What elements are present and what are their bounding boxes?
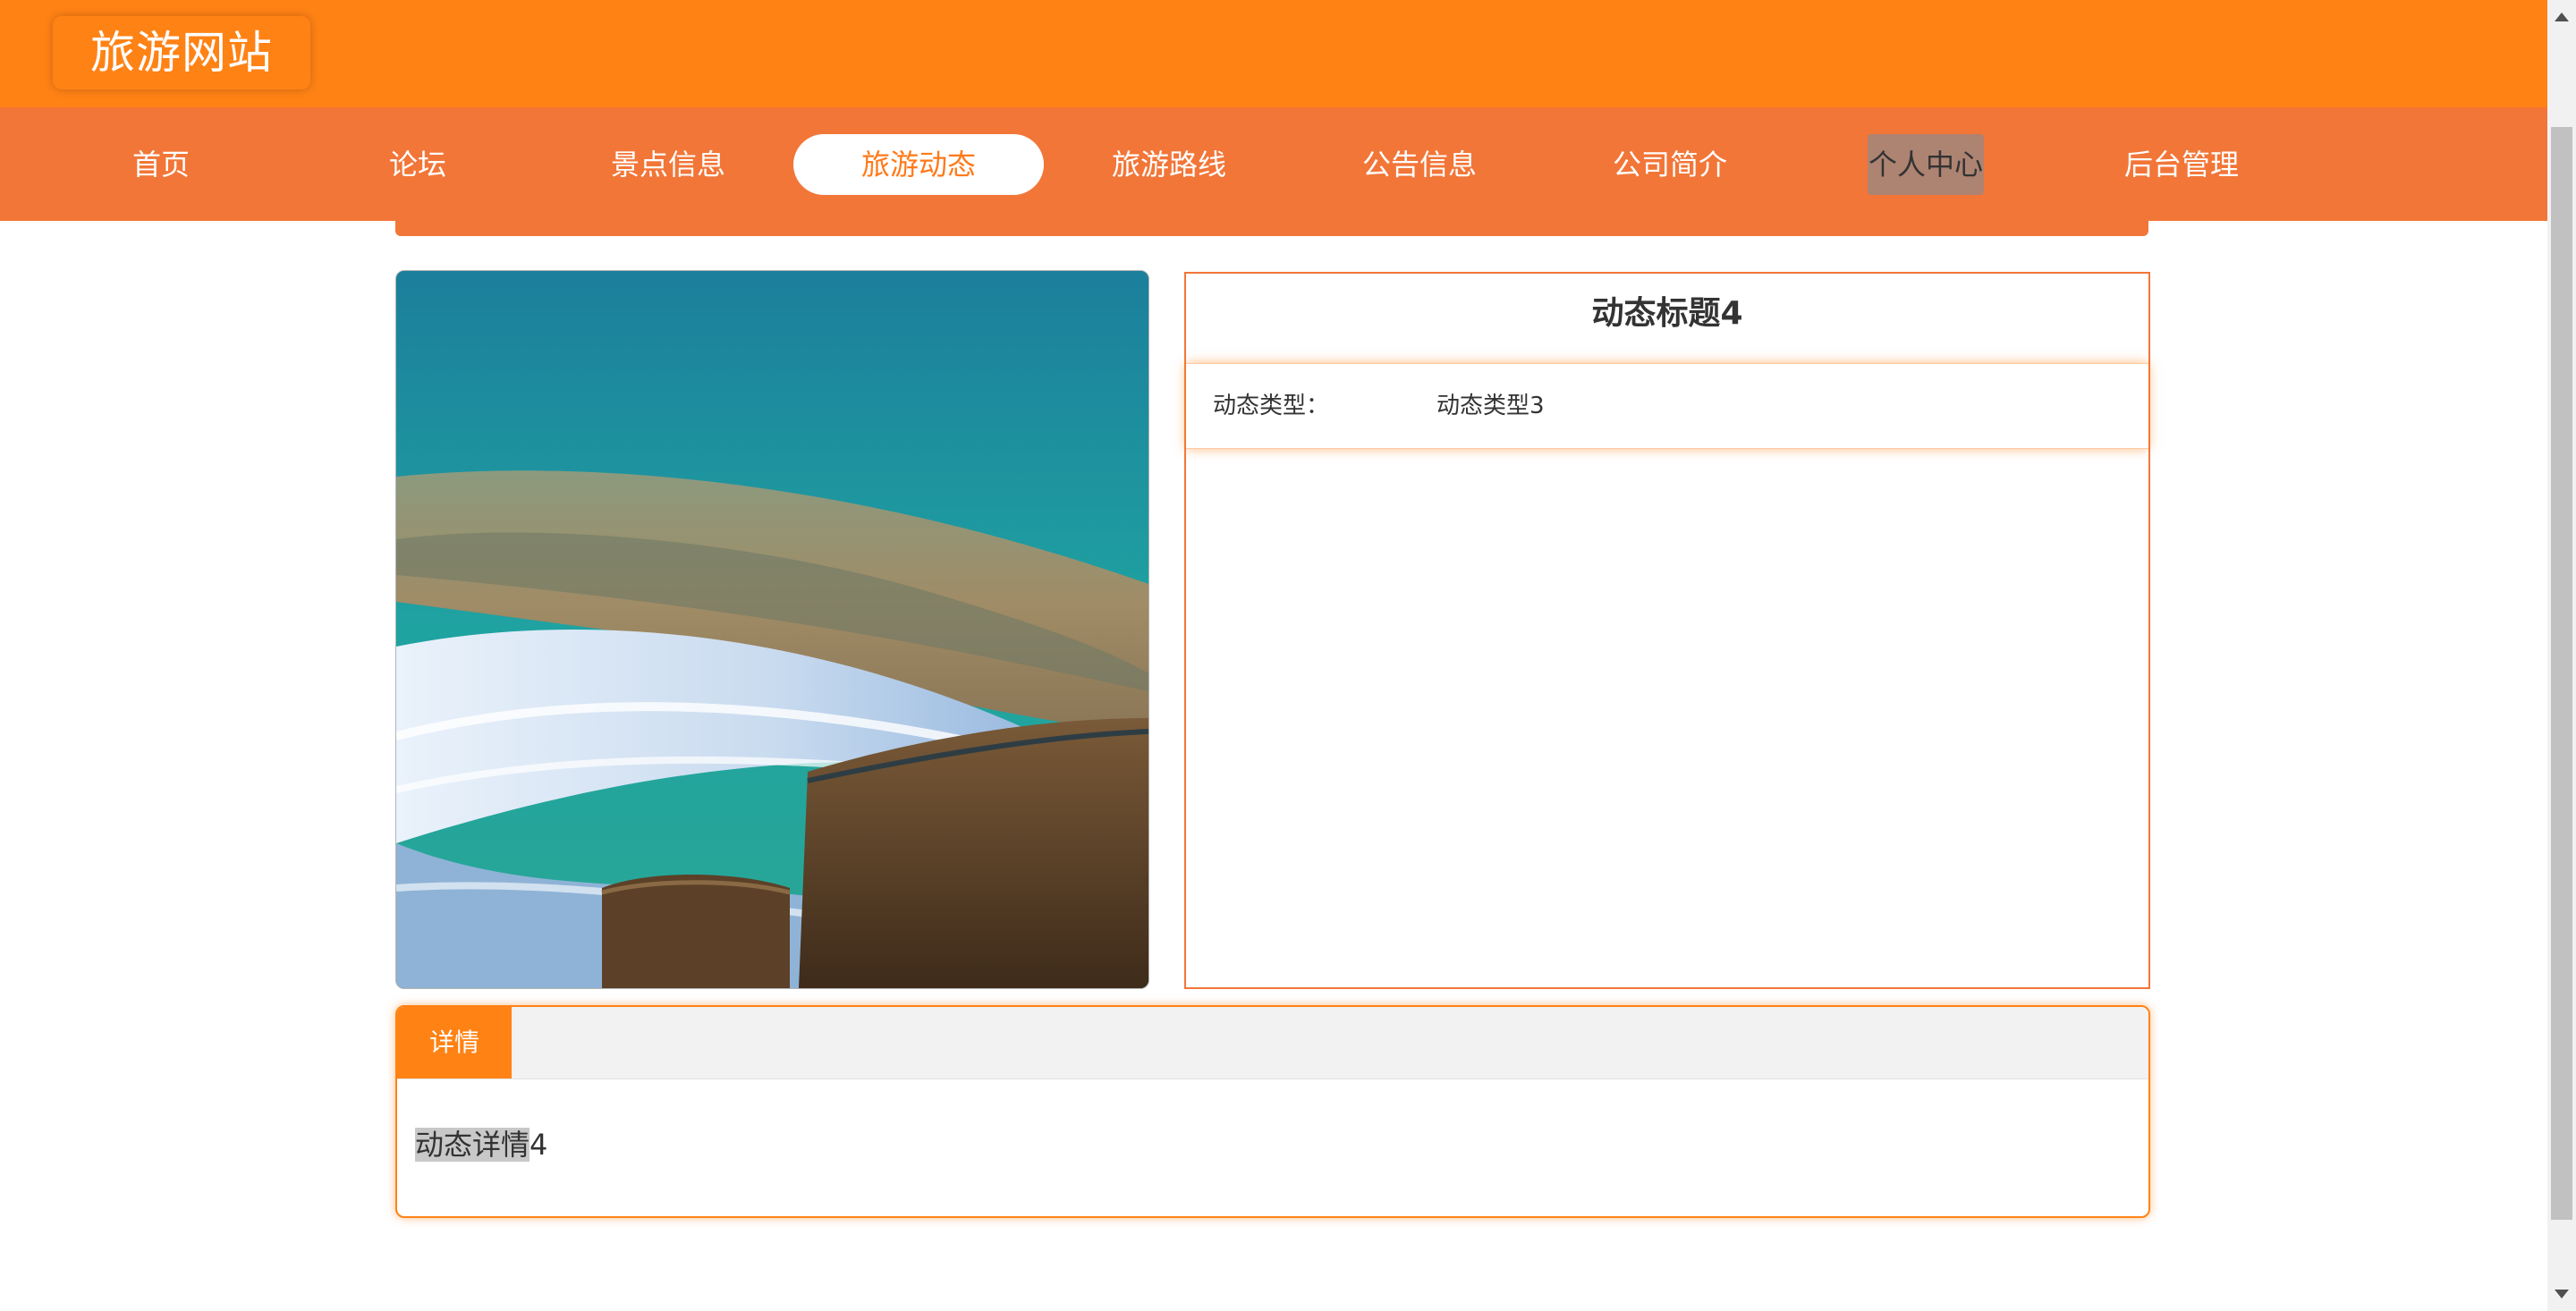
- detail-content: 动态详情4: [415, 1125, 547, 1164]
- nav-item-attractions[interactable]: 景点信息: [592, 134, 744, 195]
- nav-underline-strip: [395, 215, 2148, 236]
- scrollbar-thumb[interactable]: [2551, 127, 2572, 1220]
- detail-tab-bar: 详情: [397, 1007, 2148, 1079]
- tab-detail[interactable]: 详情: [397, 1007, 512, 1078]
- detail-panel: 详情 动态详情4: [395, 1005, 2150, 1218]
- main-nav: 首页 论坛 景点信息 旅游动态 旅游路线 公告信息 公司简介 个人中心 后台管理: [0, 107, 2547, 221]
- news-type-label: 动态类型：: [1213, 393, 1330, 419]
- detail-content-selected: 动态详情: [415, 1128, 530, 1162]
- nav-item-company-profile[interactable]: 公司简介: [1594, 134, 1746, 195]
- news-type-value: 动态类型3: [1436, 393, 1545, 419]
- nav-item-travel-news[interactable]: 旅游动态: [793, 134, 1044, 195]
- top-header: 旅游网站: [0, 0, 2547, 107]
- detail-content-rest: 4: [530, 1128, 548, 1162]
- nav-item-announcements[interactable]: 公告信息: [1343, 134, 1496, 195]
- nav-item-travel-routes[interactable]: 旅游路线: [1093, 134, 1245, 195]
- vertical-scrollbar[interactable]: [2547, 0, 2576, 1311]
- news-info-panel: 动态标题4 动态类型： 动态类型3: [1184, 272, 2150, 989]
- site-logo[interactable]: 旅游网站: [53, 16, 310, 89]
- news-title: 动态标题4: [1591, 295, 1743, 332]
- page: 旅游网站 首页 论坛 景点信息 旅游动态 旅游路线 公告信息 公司简介 个人中心…: [0, 0, 2547, 1311]
- nav-item-admin[interactable]: 后台管理: [2106, 134, 2258, 195]
- scroll-up-arrow-icon[interactable]: [2555, 13, 2569, 21]
- scroll-down-arrow-icon[interactable]: [2555, 1290, 2569, 1298]
- nav-item-personal-center[interactable]: 个人中心: [1868, 134, 1984, 195]
- news-type-row: 动态类型： 动态类型3: [1186, 363, 2148, 449]
- nav-item-home[interactable]: 首页: [85, 134, 237, 195]
- nav-item-forum[interactable]: 论坛: [342, 134, 494, 195]
- landscape-image: [395, 270, 1149, 989]
